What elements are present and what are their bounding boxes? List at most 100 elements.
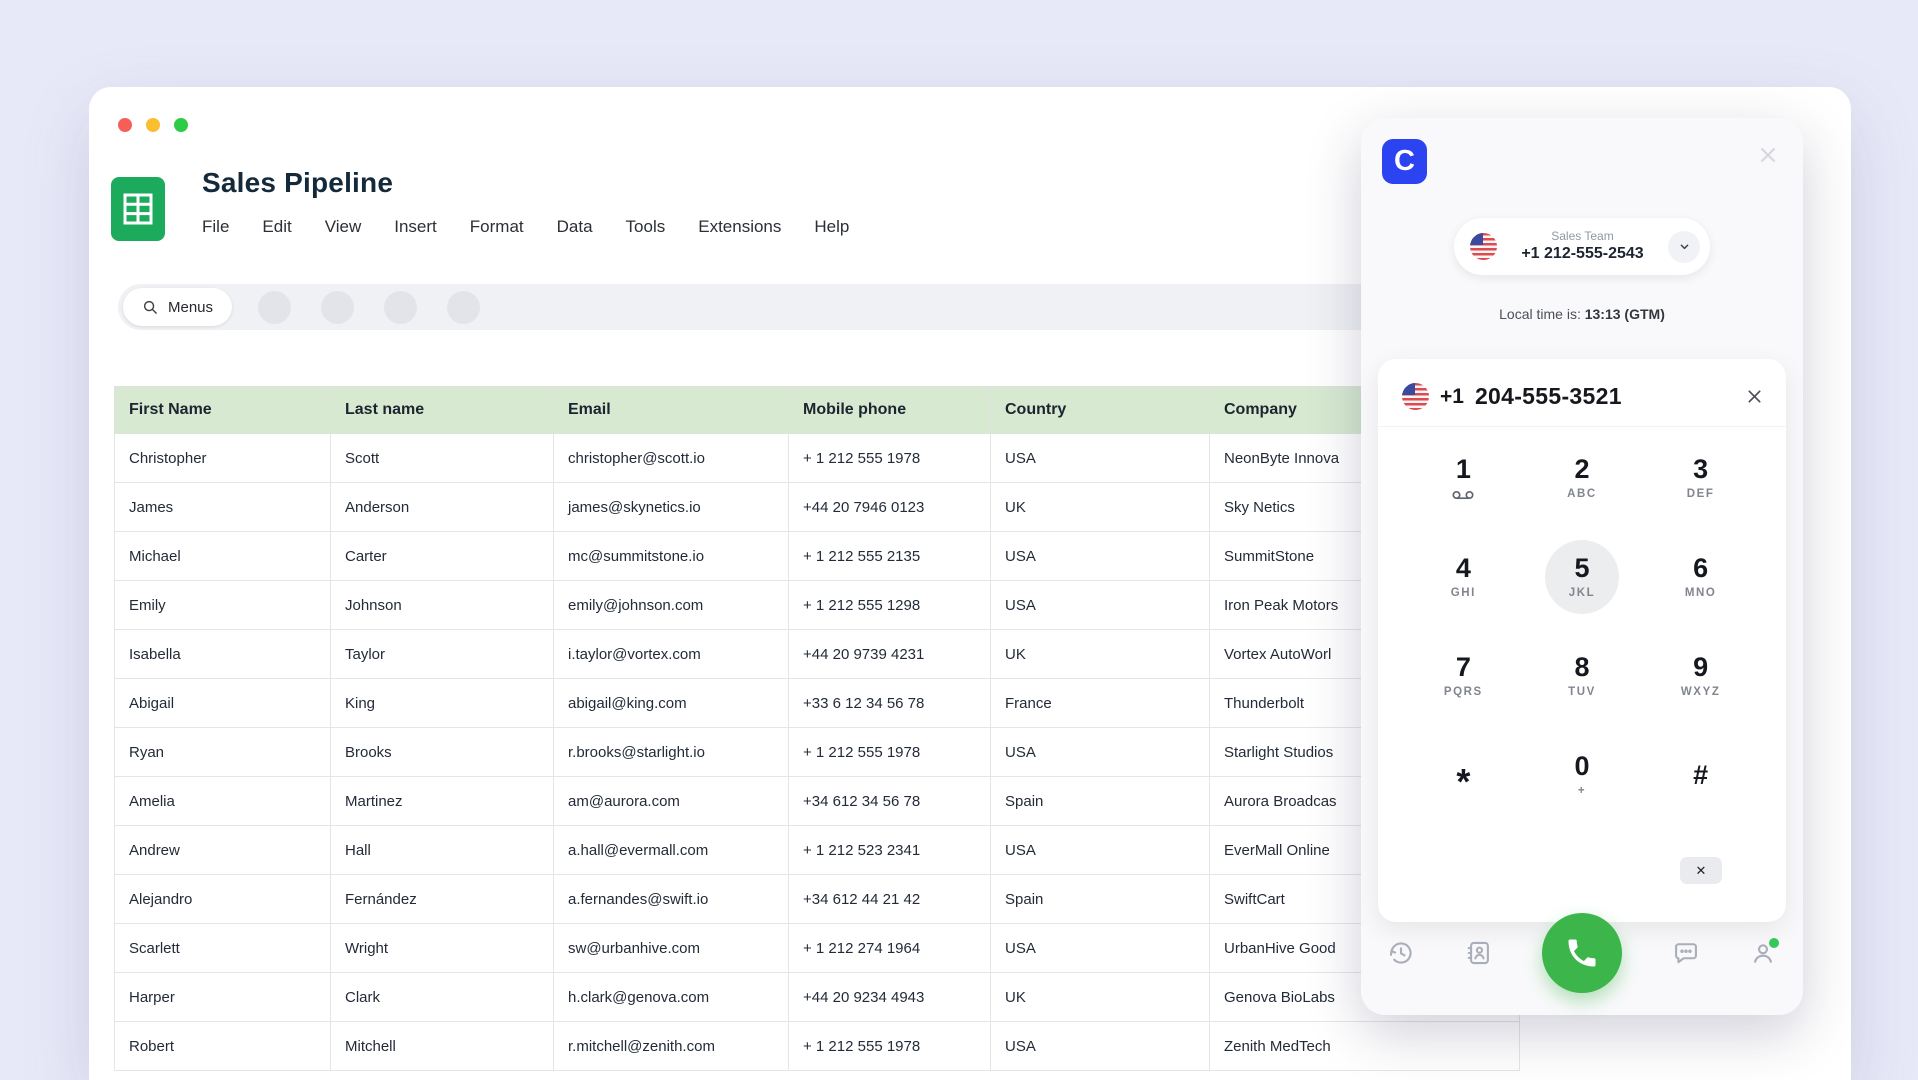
sms-button[interactable] [1672,939,1700,967]
menu-item-insert[interactable]: Insert [394,217,437,237]
table-cell[interactable]: + 1 212 555 1978 [789,434,991,483]
call-history-button[interactable] [1387,939,1415,967]
menu-item-file[interactable]: File [202,217,229,237]
menu-item-view[interactable]: View [325,217,362,237]
line-selector[interactable]: Sales Team +1 212-555-2543 [1454,218,1710,275]
table-cell[interactable]: abigail@king.com [554,679,789,728]
table-cell[interactable]: USA [991,728,1210,777]
table-cell[interactable]: Amelia [115,777,331,826]
table-cell[interactable]: emily@johnson.com [554,581,789,630]
table-cell[interactable]: +34 612 34 56 78 [789,777,991,826]
table-cell[interactable]: USA [991,434,1210,483]
table-cell[interactable]: Anderson [331,483,554,532]
dialpad-key-2[interactable]: 2ABC [1545,441,1619,515]
table-cell[interactable]: Spain [991,875,1210,924]
menu-item-tools[interactable]: Tools [626,217,666,237]
table-cell[interactable]: USA [991,1022,1210,1071]
table-cell[interactable]: USA [991,581,1210,630]
table-cell[interactable]: USA [991,532,1210,581]
dialpad-key-star[interactable]: * [1426,738,1500,812]
table-cell[interactable]: a.hall@evermall.com [554,826,789,875]
dialpad-key-7[interactable]: 7PQRS [1426,639,1500,713]
table-cell[interactable]: christopher@scott.io [554,434,789,483]
agent-status-button[interactable] [1749,939,1777,967]
table-cell[interactable]: James [115,483,331,532]
table-cell[interactable]: France [991,679,1210,728]
contacts-button[interactable] [1465,939,1493,967]
dialpad-key-0[interactable]: 0+ [1545,738,1619,812]
menu-item-format[interactable]: Format [470,217,524,237]
table-cell[interactable]: Taylor [331,630,554,679]
column-header[interactable]: First Name [115,387,331,434]
table-cell[interactable]: Spain [991,777,1210,826]
table-cell[interactable]: Brooks [331,728,554,777]
table-cell[interactable]: james@skynetics.io [554,483,789,532]
table-cell[interactable]: Emily [115,581,331,630]
table-cell[interactable]: Abigail [115,679,331,728]
table-cell[interactable]: h.clark@genova.com [554,973,789,1022]
table-cell[interactable]: USA [991,924,1210,973]
call-button[interactable] [1542,913,1622,993]
table-cell[interactable]: Mitchell [331,1022,554,1071]
table-cell[interactable]: + 1 212 555 1978 [789,728,991,777]
table-cell[interactable]: i.taylor@vortex.com [554,630,789,679]
table-cell[interactable]: Wright [331,924,554,973]
table-cell[interactable]: Isabella [115,630,331,679]
dialpad-key-9[interactable]: 9WXYZ [1664,639,1738,713]
dialpad-key-6[interactable]: 6MNO [1664,540,1738,614]
toolbar-button[interactable] [447,291,480,324]
table-cell[interactable]: Ryan [115,728,331,777]
clear-number-icon[interactable] [1745,387,1764,406]
table-cell[interactable]: + 1 212 555 2135 [789,532,991,581]
backspace-key[interactable]: ✕ [1680,857,1722,884]
menu-item-edit[interactable]: Edit [262,217,291,237]
table-cell[interactable]: + 1 212 523 2341 [789,826,991,875]
dialpad-key-4[interactable]: 4GHI [1426,540,1500,614]
chevron-down-icon[interactable] [1668,231,1700,263]
table-cell[interactable]: Robert [115,1022,331,1071]
dialpad-key-8[interactable]: 8TUV [1545,639,1619,713]
table-cell[interactable]: Michael [115,532,331,581]
dialpad-key-1[interactable]: 1 [1426,441,1500,515]
table-cell[interactable]: Alejandro [115,875,331,924]
table-cell[interactable]: Zenith MedTech [1210,1022,1520,1071]
dialpad-key-3[interactable]: 3DEF [1664,441,1738,515]
toolbar-button[interactable] [258,291,291,324]
table-cell[interactable]: +44 20 7946 0123 [789,483,991,532]
menu-item-help[interactable]: Help [814,217,849,237]
close-window-button[interactable] [118,118,132,132]
dialpad-key-5[interactable]: 5JKL [1545,540,1619,614]
dialed-number[interactable]: 204-555-3521 [1475,383,1622,410]
table-cell[interactable]: + 1 212 555 1298 [789,581,991,630]
table-cell[interactable]: +44 20 9234 4943 [789,973,991,1022]
table-cell[interactable]: Andrew [115,826,331,875]
table-cell[interactable]: Scarlett [115,924,331,973]
table-cell[interactable]: +44 20 9739 4231 [789,630,991,679]
table-cell[interactable]: UK [991,973,1210,1022]
table-cell[interactable]: sw@urbanhive.com [554,924,789,973]
minimize-window-button[interactable] [146,118,160,132]
table-cell[interactable]: Harper [115,973,331,1022]
table-cell[interactable]: Martinez [331,777,554,826]
table-cell[interactable]: +34 612 44 21 42 [789,875,991,924]
column-header[interactable]: Mobile phone [789,387,991,434]
table-cell[interactable]: mc@summitstone.io [554,532,789,581]
toolbar-button[interactable] [384,291,417,324]
menu-item-data[interactable]: Data [557,217,593,237]
table-cell[interactable]: r.mitchell@zenith.com [554,1022,789,1071]
toolbar-button[interactable] [321,291,354,324]
close-panel-icon[interactable] [1757,144,1779,166]
table-cell[interactable]: a.fernandes@swift.io [554,875,789,924]
dialpad-key-hash[interactable]: # [1664,738,1738,812]
table-cell[interactable]: r.brooks@starlight.io [554,728,789,777]
table-cell[interactable]: Clark [331,973,554,1022]
table-cell[interactable]: Hall [331,826,554,875]
table-cell[interactable]: + 1 212 274 1964 [789,924,991,973]
table-cell[interactable]: + 1 212 555 1978 [789,1022,991,1071]
table-cell[interactable]: UK [991,483,1210,532]
table-cell[interactable]: +33 6 12 34 56 78 [789,679,991,728]
table-cell[interactable]: Christopher [115,434,331,483]
table-cell[interactable]: Carter [331,532,554,581]
column-header[interactable]: Last name [331,387,554,434]
table-cell[interactable]: am@aurora.com [554,777,789,826]
